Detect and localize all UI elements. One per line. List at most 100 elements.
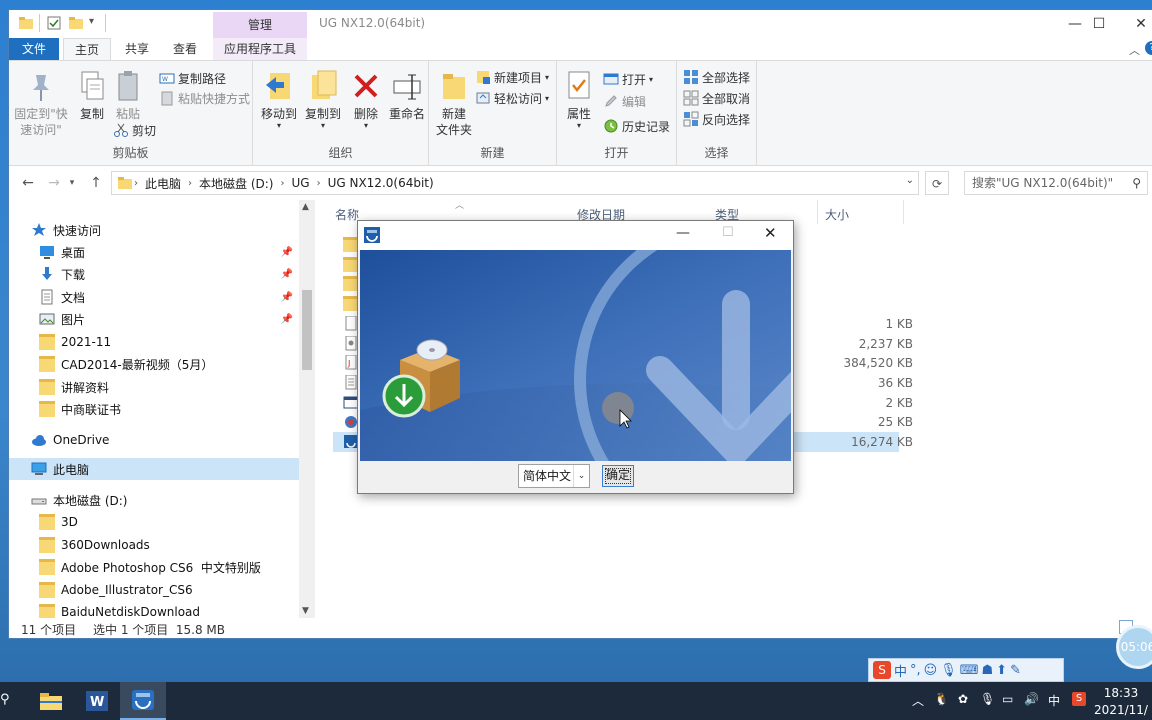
select-all-button[interactable]: 全部选择 (683, 67, 750, 87)
taskbar-clock[interactable]: 18:33 2021/11/ (1090, 685, 1152, 719)
keyboard-icon[interactable]: ⌨ (960, 663, 979, 678)
pin-icon[interactable]: 📌 (281, 314, 293, 325)
breadcrumb-ug-nx12[interactable]: UG NX12.0(64bit) (328, 176, 434, 190)
column-header-name[interactable]: 名称 (335, 206, 359, 223)
volume-icon[interactable]: 🔊 (1024, 692, 1039, 706)
context-tab-manage[interactable]: 管理 (213, 12, 307, 38)
move-to-button[interactable]: 移动到 ▾ (255, 69, 303, 130)
microphone-icon[interactable]: 🎙 (980, 692, 995, 706)
edit-button[interactable]: 编辑 (603, 91, 646, 111)
column-header-size[interactable]: 大小 (825, 206, 849, 223)
select-none-button[interactable]: 全部取消 (683, 88, 750, 108)
breadcrumb-ug[interactable]: UG (291, 176, 309, 190)
back-arrow-icon[interactable]: ← (17, 173, 39, 193)
copy-to-button[interactable]: 复制到 ▾ (299, 69, 347, 130)
nav-folder-lecture[interactable]: 讲解资料 (39, 376, 109, 398)
new-folder-qat-icon[interactable] (69, 17, 83, 29)
nav-this-pc[interactable]: 此电脑 (9, 458, 299, 480)
nav-quick-access[interactable]: 快速访问 (31, 219, 101, 241)
scrollbar-thumb[interactable] (302, 290, 312, 370)
properties-button[interactable]: 属性 ▾ (557, 69, 601, 130)
new-folder-button[interactable]: 新建 文件夹 (431, 69, 477, 138)
recent-locations-dropdown-icon[interactable]: ▾ (65, 173, 79, 193)
nav-folder-2021-11[interactable]: 2021-11 (39, 331, 111, 353)
address-dropdown-icon[interactable]: ⌄ (906, 175, 914, 186)
open-button[interactable]: 打开 ▾ (603, 69, 653, 89)
search-input[interactable]: 搜索"UG NX12.0(64bit)" ⚲ (964, 171, 1148, 195)
ok-button[interactable]: 确定 (602, 465, 634, 487)
help-icon[interactable]: ? (1145, 41, 1152, 55)
nav-folder-baidunetdisk[interactable]: BaiduNetdiskDownload (39, 601, 200, 618)
dialog-maximize-button[interactable]: ☐ (722, 225, 734, 240)
breadcrumb-disk-d[interactable]: 本地磁盘 (D:) (199, 175, 273, 192)
history-button[interactable]: 历史记录 (603, 116, 670, 136)
network-icon[interactable]: ▭ (1002, 692, 1013, 706)
forward-arrow-icon[interactable]: → (43, 173, 65, 193)
microphone-icon[interactable]: 🎙 (940, 663, 957, 678)
copy-path-button[interactable]: W 复制路径 (159, 68, 226, 88)
sogou-logo-icon[interactable]: S (873, 661, 891, 679)
nav-folder-illustrator[interactable]: Adobe_Illustrator_CS6 (39, 579, 193, 601)
nav-folder-3d[interactable]: 3D (39, 511, 78, 533)
new-item-button[interactable]: 新建项目 ▾ (475, 67, 549, 87)
tab-application-tools[interactable]: 应用程序工具 (213, 38, 307, 60)
taskbar-word[interactable]: W (74, 682, 120, 720)
address-bar[interactable]: › 此电脑 › 本地磁盘 (D:) › UG › UG NX12.0(64bit… (111, 171, 919, 195)
qq-icon[interactable]: 🐧 (934, 692, 949, 706)
timer-bubble[interactable]: 05:06 (1116, 625, 1152, 669)
tab-view[interactable]: 查看 (163, 38, 207, 60)
breadcrumb-this-pc[interactable]: 此电脑 (145, 175, 181, 192)
ime-indicator[interactable]: 中 (1048, 692, 1060, 709)
nav-disk-d[interactable]: 本地磁盘 (D:) (31, 489, 127, 511)
search-icon[interactable]: ⚲ (0, 692, 10, 707)
tools-icon[interactable]: ✎ (1010, 663, 1021, 678)
nav-documents[interactable]: 文档 📌 (39, 286, 299, 308)
paste-button[interactable]: 粘贴 (105, 69, 151, 122)
ime-mode[interactable]: 中 (894, 661, 907, 680)
delete-button[interactable]: 删除 ▾ (347, 69, 385, 130)
invert-selection-button[interactable]: 反向选择 (683, 109, 750, 129)
nav-folder-360downloads[interactable]: 360Downloads (39, 534, 150, 556)
sogou-tray-icon[interactable]: S (1072, 692, 1086, 706)
taskbar-file-explorer[interactable] (28, 682, 74, 720)
nav-desktop[interactable]: 桌面 📌 (39, 241, 299, 263)
rename-button[interactable]: 重命名 (385, 69, 429, 122)
user-icon[interactable]: ☗ (982, 663, 994, 678)
nav-onedrive[interactable]: OneDrive (31, 429, 109, 451)
collapse-ribbon-icon[interactable]: ︿ (1129, 42, 1140, 58)
nav-pictures[interactable]: 图片 📌 (39, 308, 299, 330)
cut-button[interactable]: 剪切 (113, 120, 156, 140)
dialog-minimize-button[interactable]: — (676, 225, 690, 241)
maximize-button[interactable]: ☐ (1076, 10, 1122, 38)
qat-dropdown-icon[interactable]: ▾ (89, 16, 94, 27)
tab-home[interactable]: 主页 (63, 38, 111, 60)
pin-icon[interactable]: 📌 (281, 269, 293, 280)
tray-app-icon[interactable]: ✿ (958, 692, 968, 706)
pin-icon[interactable]: 📌 (281, 247, 293, 258)
scroll-up-icon[interactable]: ▲ (302, 202, 309, 212)
pin-quick-access-button[interactable]: 固定到"快 速访问" (13, 69, 69, 138)
show-hidden-icons-icon[interactable]: ︿ (912, 692, 924, 709)
folder-icon (39, 604, 55, 618)
easy-access-button[interactable]: 轻松访问 ▾ (475, 88, 549, 108)
scroll-down-icon[interactable]: ▼ (302, 606, 309, 616)
nav-folder-cad2014[interactable]: CAD2014-最新视频（5月） (39, 353, 213, 375)
nav-folder-zhongshang[interactable]: 中商联证书 (39, 398, 121, 420)
skin-icon[interactable]: ⬆ (996, 663, 1007, 678)
dialog-close-button[interactable]: ✕ (764, 224, 777, 242)
emoji-icon[interactable]: ☺ (924, 663, 938, 678)
tab-file[interactable]: 文件 (9, 38, 59, 60)
nav-downloads[interactable]: 下载 📌 (39, 263, 299, 285)
refresh-icon[interactable]: ⟳ (925, 171, 949, 195)
close-button[interactable]: ✕ (1118, 10, 1152, 38)
nav-folder-photoshop[interactable]: Adobe Photoshop CS6 中文特别版 (39, 556, 261, 578)
properties-qat-icon[interactable] (47, 16, 61, 30)
taskbar-installer[interactable] (120, 682, 166, 720)
pin-icon[interactable]: 📌 (281, 292, 293, 303)
punctuation-icon[interactable]: °, (910, 663, 921, 678)
tab-share[interactable]: 共享 (115, 38, 159, 60)
nav-pane-scrollbar[interactable]: ▲ ▼ (299, 200, 315, 618)
language-select[interactable]: 简体中文 ⌄ (518, 464, 590, 488)
up-arrow-icon[interactable]: ↑ (85, 173, 107, 193)
paste-shortcut-button[interactable]: 粘贴快捷方式 (159, 88, 250, 108)
